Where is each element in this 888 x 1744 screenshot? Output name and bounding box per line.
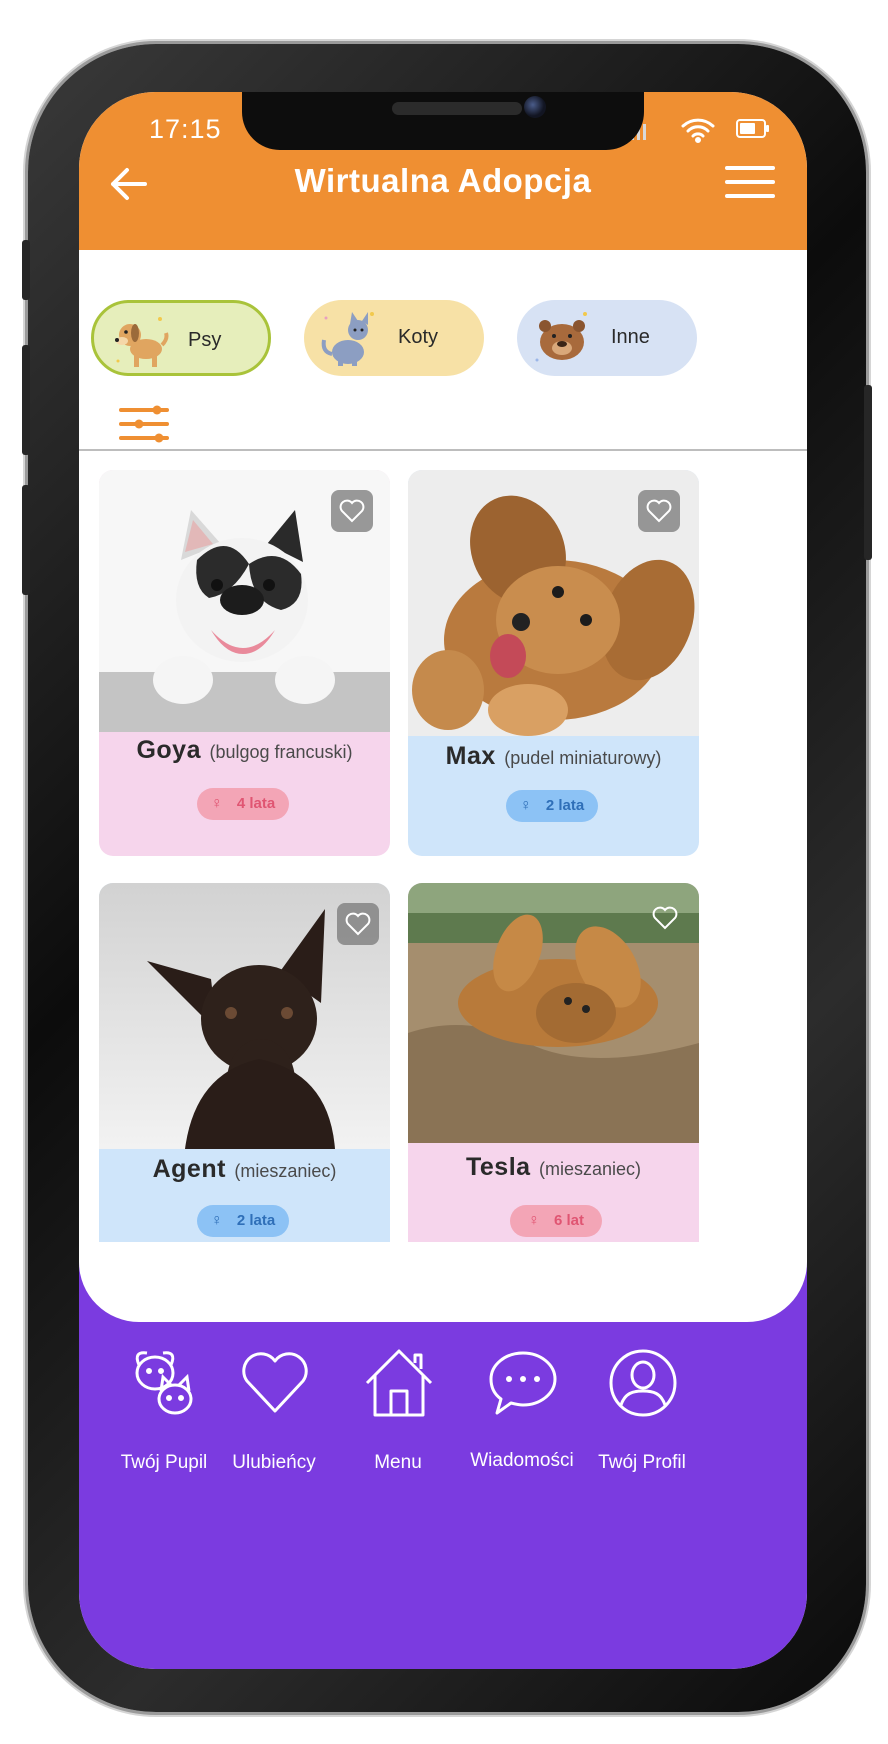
pet-age: 2 lata [545,797,585,814]
heart-outline-icon [339,499,365,523]
favorite-button[interactable] [331,490,373,532]
female-icon: ♀ [527,1212,540,1229]
favorite-button[interactable] [644,897,686,939]
pet-name: Tesla [465,1153,531,1181]
age-badge: ♀ 2 lata [197,1205,289,1237]
category-label: Psy [188,329,222,351]
category-chip-dogs[interactable]: Psy [91,300,271,376]
pet-name: Max [445,742,496,770]
phone-screen: 17:15 Wirtualna Adopcja Psy Koty Inne Go… [79,92,807,1669]
pet-name: Agent [152,1155,226,1183]
pet-card[interactable]: Goya (bulgog francuski) ♀ 4 lata [99,470,390,856]
pet-name-line: Max (pudel miniaturowy) [408,742,699,771]
pet-name-line: Tesla (mieszaniec) [408,1153,699,1182]
pet-name: Goya [136,736,201,764]
section-divider [79,449,807,451]
heart-outline-icon [345,912,371,936]
category-label: Inne [611,326,650,348]
phone-volume-up [22,345,30,455]
pet-breed: (mieszaniec) [539,1159,642,1179]
home-icon [365,1349,433,1417]
nav-item-profile[interactable]: Twój Profil [577,1347,707,1527]
phone-volume-down [22,485,30,595]
hamburger-menu-icon[interactable] [724,162,776,202]
phone-mute-switch [22,240,30,300]
nav-label: Wiadomości [470,1450,574,1471]
pet-name-line: Goya (bulgog francuski) [99,736,390,765]
category-chip-other[interactable]: Inne [517,300,697,376]
heart-outline-icon [652,906,678,930]
pet-age: 6 lat [553,1212,584,1229]
content-bottom-curve [79,1242,807,1322]
female-icon: ♀ [519,797,532,814]
pet-age: 2 lata [236,1212,276,1229]
pet-name-line: Agent (mieszaniec) [99,1155,390,1184]
profile-icon [609,1349,677,1417]
age-badge: ♀ 2 lata [506,790,598,822]
pet-breed: (mieszaniec) [234,1161,337,1181]
nav-item-favorites[interactable]: Ulubieńcy [209,1347,339,1527]
pet-age: 4 lata [236,795,276,812]
pet-card[interactable]: Max (pudel miniaturowy) ♀ 2 lata [408,470,699,856]
favorite-button[interactable] [337,903,379,945]
status-time: 17:15 [149,114,222,144]
category-chips: Psy Koty Inne [79,300,807,380]
phone-power-button [864,385,872,560]
category-chip-cats[interactable]: Koty [304,300,484,376]
nav-item-menu[interactable]: Menu [333,1347,463,1527]
female-icon: ♀ [210,795,223,812]
nav-item-messages[interactable]: Wiadomości [457,1347,587,1527]
pet-card[interactable]: Agent (mieszaniec) ♀ 2 lata [99,883,390,1269]
heart-icon [242,1352,308,1413]
pet-breed: (pudel miniaturowy) [504,748,662,768]
cat-icon [321,312,374,366]
filter-sliders-icon[interactable] [119,404,175,448]
pet-card[interactable]: Tesla (mieszaniec) ♀ 6 lat [408,883,699,1269]
pets-icon [135,1351,193,1415]
age-badge: ♀ 4 lata [197,788,289,820]
phone-speaker [392,102,522,115]
wombat-icon [535,312,587,362]
age-badge: ♀ 6 lat [510,1205,602,1237]
favorite-button[interactable] [638,490,680,532]
dog-icon [115,317,169,367]
female-icon: ♀ [210,1212,223,1229]
phone-notch [242,92,644,150]
phone-camera [524,96,546,118]
nav-label: Menu [374,1452,422,1473]
battery-icon [736,119,769,138]
nav-label: Ulubieńcy [232,1452,316,1473]
heart-outline-icon [646,499,672,523]
chat-bubble-icon [489,1351,557,1415]
nav-label: Twój Profil [598,1452,686,1473]
wifi-icon [681,118,715,143]
category-label: Koty [398,326,439,348]
page-title: Wirtualna Adopcja [294,162,592,199]
pet-breed: (bulgog francuski) [209,742,353,762]
